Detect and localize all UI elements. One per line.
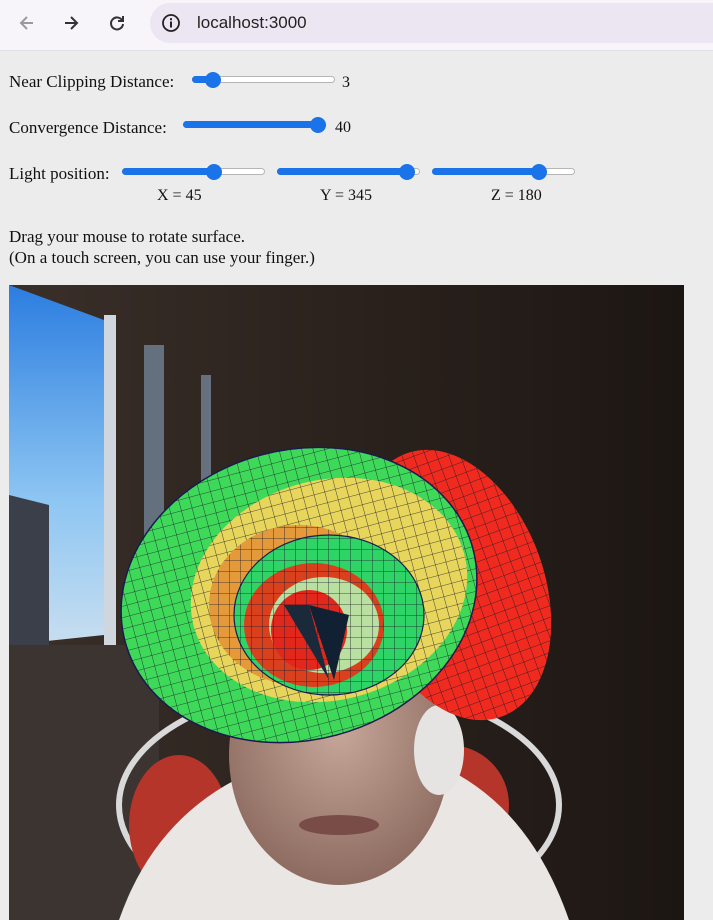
back-button[interactable] xyxy=(10,6,44,40)
surface-canvas[interactable] xyxy=(9,285,684,920)
address-bar[interactable]: localhost:3000 xyxy=(150,3,713,43)
arrow-left-icon xyxy=(19,16,33,30)
slider-thumb[interactable] xyxy=(531,164,548,180)
near-clipping-value: 3 xyxy=(342,74,350,91)
light-y-slider[interactable] xyxy=(277,164,420,180)
surface-inner-funnel xyxy=(233,534,425,696)
page-scroll-gutter xyxy=(696,51,713,920)
reload-icon xyxy=(110,16,124,31)
convergence-slider[interactable] xyxy=(183,117,326,133)
near-clipping-label: Near Clipping Distance: xyxy=(9,72,175,91)
light-z-slider[interactable] xyxy=(432,164,575,180)
instructions-line-1: Drag your mouse to rotate surface. xyxy=(9,227,246,246)
light-x-label: X = 45 xyxy=(157,187,202,204)
forward-button[interactable] xyxy=(54,6,88,40)
slider-thumb[interactable] xyxy=(310,117,326,133)
url-text: localhost:3000 xyxy=(197,13,307,32)
instructions-line-2: (On a touch screen, you can use your fin… xyxy=(9,248,315,267)
instructions: Drag your mouse to rotate surface. (On a… xyxy=(9,226,315,268)
slider-thumb[interactable] xyxy=(398,164,415,180)
light-x-slider[interactable] xyxy=(122,164,265,180)
reload-button[interactable] xyxy=(100,6,134,40)
convergence-value: 40 xyxy=(335,119,351,136)
convergence-label: Convergence Distance: xyxy=(9,118,167,137)
light-y-label: Y = 345 xyxy=(320,187,372,204)
light-position-label: Light position: xyxy=(9,164,110,183)
arrow-right-icon xyxy=(65,16,79,30)
browser-toolbar: localhost:3000 xyxy=(0,0,713,51)
info-icon[interactable] xyxy=(160,12,182,34)
slider-thumb[interactable] xyxy=(204,72,221,88)
webcam-scene xyxy=(9,285,684,920)
near-clipping-slider[interactable] xyxy=(192,72,335,88)
slider-thumb[interactable] xyxy=(205,164,222,180)
light-z-label: Z = 180 xyxy=(491,187,542,204)
